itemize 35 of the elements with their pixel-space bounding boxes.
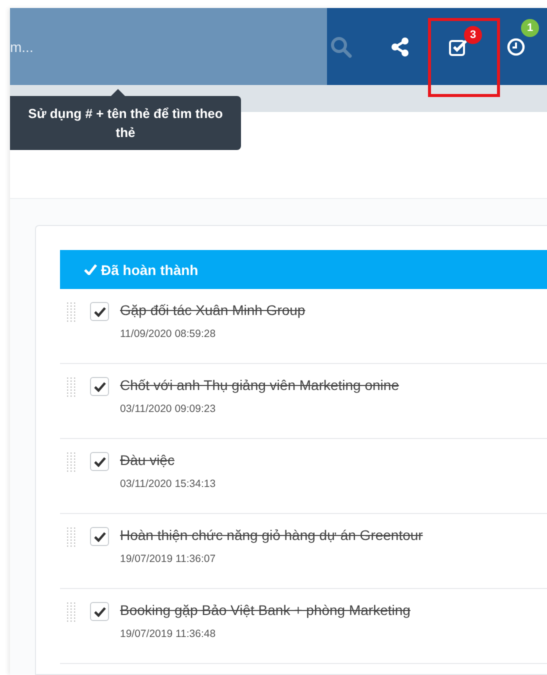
group-title: Đã hoàn thành bbox=[101, 262, 198, 278]
task-time: 03/11/2020 15:34:13 bbox=[120, 478, 216, 490]
share-icon bbox=[390, 36, 410, 56]
tooltip: Sử dụng # + tên thẻ để tìm theo thẻ bbox=[10, 96, 241, 150]
tick-icon bbox=[94, 306, 106, 316]
tick-icon bbox=[94, 606, 106, 616]
task-time: 11/09/2020 08:59:28 bbox=[120, 328, 217, 340]
count-badge: 1 bbox=[521, 19, 539, 37]
tasks-button[interactable]: 3 bbox=[429, 8, 487, 85]
task-checkbox[interactable] bbox=[90, 452, 109, 471]
task-time: 19/07/2019 11:36:07 bbox=[120, 553, 217, 565]
task-title: Hoàn thiện chức năng giỏ hàng dự án Greentour bbox=[120, 527, 423, 543]
task-title: Chốt với anh Thụ giảng viên Marketing onine bbox=[120, 377, 399, 393]
tick-icon bbox=[94, 382, 106, 392]
search-field[interactable]: m... bbox=[10, 8, 327, 85]
drag-handle-icon[interactable] bbox=[66, 602, 76, 622]
search-icon bbox=[330, 36, 352, 58]
drag-handle-icon[interactable] bbox=[66, 377, 76, 397]
drag-handle-icon[interactable] bbox=[66, 452, 76, 472]
tick-icon bbox=[94, 456, 106, 466]
task-title: Đàu việc bbox=[120, 452, 176, 468]
clock-icon bbox=[506, 36, 526, 56]
task-time: 03/11/2020 09:09:23 bbox=[120, 403, 217, 415]
task-checkbox[interactable] bbox=[90, 377, 109, 396]
task-checkbox[interactable] bbox=[90, 302, 109, 321]
task-checkbox[interactable] bbox=[90, 602, 109, 621]
task-time: 19/07/2019 11:36:48 bbox=[120, 628, 217, 640]
task-checkbox[interactable] bbox=[90, 527, 109, 546]
count-badge: 3 bbox=[464, 26, 482, 44]
drag-handle-icon[interactable] bbox=[66, 527, 76, 547]
check-icon bbox=[84, 264, 97, 275]
task-title: Gặp đối tác Xuân Minh Group bbox=[120, 302, 306, 318]
task-title: Booking gặp Bảo Việt Bank + phòng Marketing bbox=[120, 602, 410, 618]
drag-handle-icon[interactable] bbox=[66, 302, 76, 322]
tick-icon bbox=[94, 532, 106, 542]
